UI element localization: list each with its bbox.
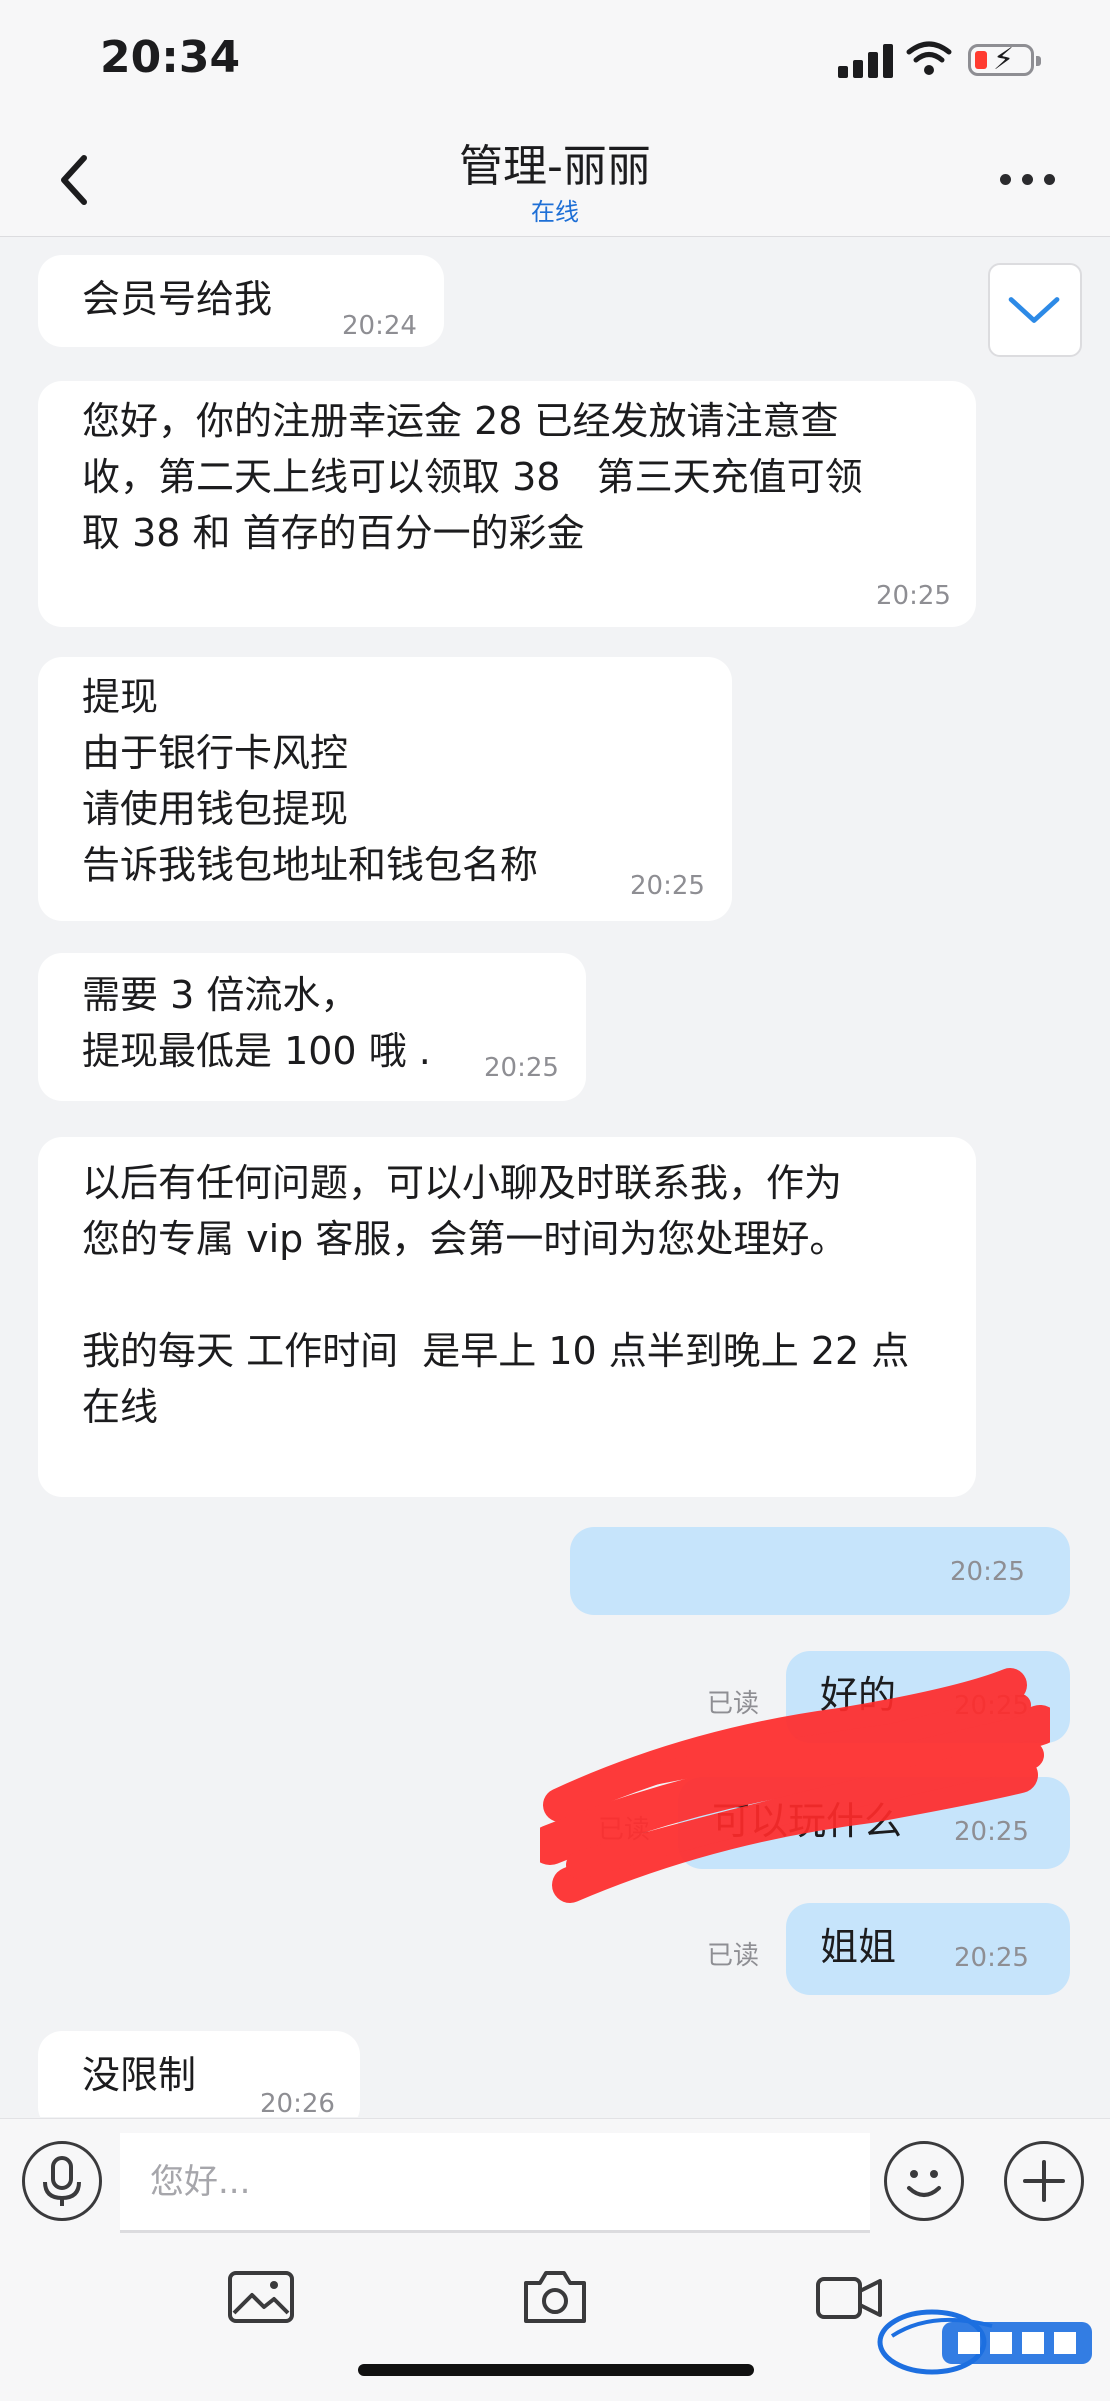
message-list[interactable]: 会员号给我 20:24 您好，你的注册幸运金 28 已经发放请注意查 收，第二天… — [0, 237, 1110, 2117]
message-text: 您好，你的注册幸运金 28 已经发放请注意查 收，第二天上线可以领取 38 第三… — [82, 399, 863, 555]
message-time: 20:25 — [950, 1557, 1025, 1587]
message-time: 20:24 — [342, 311, 417, 341]
watermark-logo — [877, 2309, 1092, 2375]
chat-header: 管理-丽丽 在线 — [0, 120, 1110, 237]
status-time: 20:34 — [100, 32, 241, 83]
redaction-scribble — [540, 1668, 1050, 1903]
message-time: 20:25 — [954, 1943, 1029, 1973]
more-dots-icon[interactable] — [1000, 170, 1060, 190]
message-time: 20:25 — [876, 581, 951, 611]
image-icon[interactable] — [226, 2267, 296, 2327]
message-text: 以后有任何问题，可以小聊及时联系我，作为 您的专属 vip 客服，会第一时间为您… — [82, 1161, 910, 1429]
read-receipt: 已读 — [707, 1941, 760, 1971]
message-text: 提现 由于银行卡风控 请使用钱包提现 告诉我钱包地址和钱包名称 — [82, 675, 539, 887]
message-outgoing-redacted: 20:25 — [570, 1527, 1070, 1615]
message-incoming: 需要 3 倍流水， 提现最低是 100 哦 . 20:25 — [38, 953, 586, 1101]
message-time: 20:26 — [260, 2089, 335, 2117]
voice-input-button[interactable] — [22, 2141, 102, 2221]
online-status: 在线 — [531, 198, 579, 226]
battery-icon: ⚡ — [968, 44, 1041, 76]
contact-name: 管理-丽丽 — [459, 141, 651, 192]
message-text: 姐姐 — [820, 1925, 897, 1969]
chevron-down-icon — [1008, 297, 1060, 323]
message-input[interactable] — [120, 2133, 870, 2233]
message-incoming: 提现 由于银行卡风控 请使用钱包提现 告诉我钱包地址和钱包名称 20:25 — [38, 657, 732, 921]
microphone-icon — [43, 2156, 81, 2206]
plus-icon — [1023, 2160, 1065, 2202]
message-incoming: 以后有任何问题，可以小聊及时联系我，作为 您的专属 vip 客服，会第一时间为您… — [38, 1137, 976, 1497]
message-time: 20:25 — [484, 1053, 559, 1083]
camera-icon[interactable] — [520, 2267, 590, 2327]
cellular-signal-icon — [838, 42, 894, 78]
wifi-icon — [906, 41, 952, 75]
more-actions-button[interactable] — [1004, 2141, 1084, 2221]
status-bar: 20:34 ⚡ — [0, 0, 1110, 120]
message-incoming: 会员号给我 20:24 — [38, 255, 444, 347]
emoji-button[interactable] — [884, 2141, 964, 2221]
scroll-to-bottom-button[interactable] — [988, 263, 1082, 357]
message-incoming: 没限制 20:26 — [38, 2031, 360, 2117]
message-incoming: 您好，你的注册幸运金 28 已经发放请注意查 收，第二天上线可以领取 38 第三… — [38, 381, 976, 627]
home-indicator — [358, 2364, 754, 2376]
emoji-icon — [907, 2170, 941, 2197]
message-time: 20:25 — [630, 871, 705, 901]
